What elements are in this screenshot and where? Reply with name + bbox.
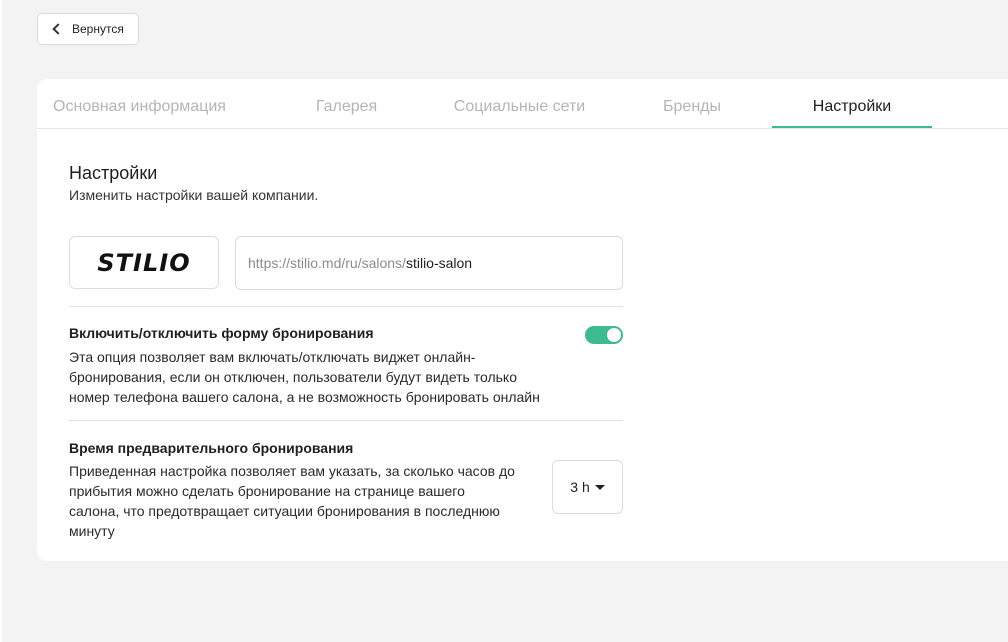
back-button[interactable]: Вернутся [37,13,139,45]
tab-brands[interactable]: Бренды [632,79,752,128]
booking-form-desc-line: бронирования, если он отключен, пользова… [69,369,517,385]
divider [69,306,623,307]
tab-gallery[interactable]: Галерея [284,79,409,128]
prebooking-desc-line: минуту [69,523,115,539]
prebooking-desc-line: Приведенная настройка позволяет вам указ… [69,463,515,479]
tab-basic-info[interactable]: Основная информация [37,79,242,128]
selected-hours: 3 h [570,479,590,495]
chevron-left-icon [52,23,64,35]
prebooking-description: Приведенная настройка позволяет вам указ… [69,461,515,541]
section-title: Настройки [69,163,158,183]
booking-form-desc-line: Эта опция позволяет вам включать/отключа… [69,349,476,365]
company-logo: STILIO [69,236,219,289]
booking-form-description: Эта опция позволяет вам включать/отключа… [69,347,540,407]
url-prefix: https://stilio.md/ru/salons/ [248,255,406,271]
tab-social-networks[interactable]: Социальные сети [432,79,607,128]
page-background: Вернутся Основная информация Галерея Соц… [2,0,1008,642]
back-button-label: Вернутся [72,22,124,36]
tab-settings[interactable]: Настройки [772,79,932,128]
logo-wordmark: STILIO [97,248,191,277]
prebooking-title: Время предварительного бронирования [69,440,354,456]
salon-url-field[interactable]: https://stilio.md/ru/salons/stilio-salon [235,236,623,290]
prebooking-desc-line: прибытия можно сделать бронирование на с… [69,483,465,499]
prebooking-hours-select[interactable]: 3 h [552,460,623,514]
url-slug: stilio-salon [405,255,473,271]
caret-down-icon [594,484,605,490]
settings-card: Основная информация Галерея Социальные с… [37,79,1008,561]
booking-form-title: Включить/отключить форму бронирования [69,325,374,341]
toggle-knob [607,328,621,342]
prebooking-desc-line: салона, что предотвращает ситуации брони… [69,503,500,519]
booking-form-desc-line: номер телефона вашего салона, а не возмо… [69,389,540,405]
booking-form-toggle[interactable] [585,326,623,344]
divider [69,420,623,421]
tab-bar: Основная информация Галерея Социальные с… [37,79,1008,129]
section-subtitle: Изменить настройки вашей компании. [69,187,319,203]
